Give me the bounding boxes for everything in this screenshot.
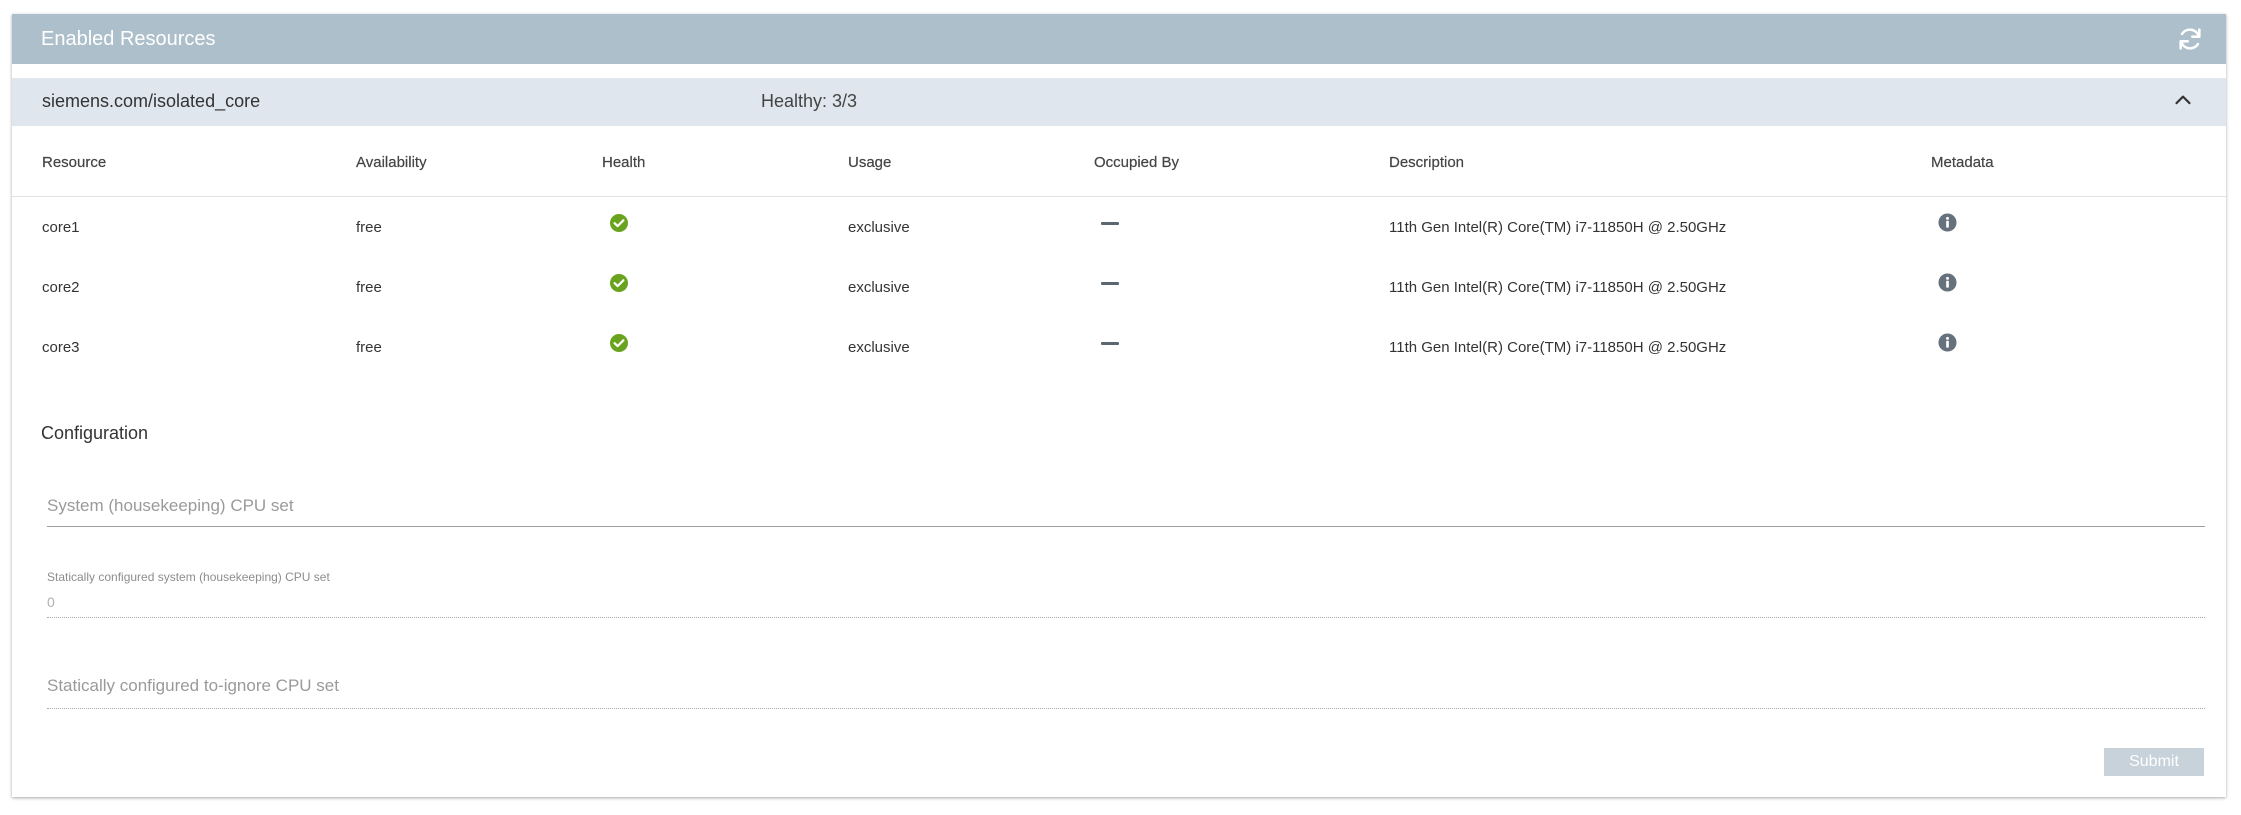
static-ignore-cpu-set-placeholder: Statically configured to-ignore CPU set — [47, 676, 339, 695]
column-header-occupied-by: Occupied By — [1094, 154, 1180, 171]
column-header-usage: Usage — [848, 154, 892, 171]
static-system-cpu-set-field: Statically configured system (housekeepi… — [47, 554, 2205, 620]
column-header-metadata: Metadata — [1931, 154, 1994, 171]
resource-group-name: siemens.com/isolated_core — [42, 91, 261, 111]
table-header-row: Resource Availability Health Usage Occup… — [12, 126, 2226, 197]
column-header-description: Description — [1389, 154, 1465, 171]
resource-name: core1 — [42, 219, 80, 236]
column-header-resource: Resource — [42, 154, 107, 171]
availability-value: free — [356, 219, 382, 236]
submit-button[interactable]: Submit — [2104, 748, 2204, 776]
availability-value: free — [356, 279, 382, 296]
description-value: 11th Gen Intel(R) Core(TM) i7-11850H @ 2… — [1389, 219, 1727, 236]
info-icon[interactable] — [1938, 273, 1957, 292]
resource-group-health: Healthy: 3/3 — [761, 91, 858, 111]
collapse-button[interactable] — [2170, 88, 2196, 114]
column-header-availability: Availability — [356, 154, 427, 171]
enabled-resources-card: Enabled Resources siemens.com/isolated_c… — [12, 14, 2226, 797]
static-system-cpu-set-value: 0 — [47, 594, 55, 610]
system-cpu-set-input[interactable] — [47, 494, 2205, 518]
check-circle-icon — [609, 213, 629, 233]
refresh-icon — [2179, 28, 2201, 50]
static-ignore-cpu-set-underline — [47, 708, 2205, 709]
info-icon[interactable] — [1938, 333, 1957, 352]
info-icon[interactable] — [1938, 213, 1957, 232]
static-ignore-cpu-set-field: Statically configured to-ignore CPU set — [47, 664, 2205, 712]
column-header-health: Health — [602, 154, 646, 171]
dash-icon — [1101, 342, 1119, 345]
resource-name: core3 — [42, 339, 80, 356]
resources-table: Resource Availability Health Usage Occup… — [12, 126, 2226, 377]
configuration-title: Configuration — [41, 423, 149, 443]
dash-icon — [1101, 222, 1119, 225]
usage-value: exclusive — [848, 339, 910, 356]
description-value: 11th Gen Intel(R) Core(TM) i7-11850H @ 2… — [1389, 339, 1727, 356]
static-system-cpu-set-label: Statically configured system (housekeepi… — [47, 570, 330, 584]
card-title: Enabled Resources — [41, 28, 216, 50]
resource-group-header[interactable]: siemens.com/isolated_core Healthy: 3/3 — [12, 78, 2226, 126]
card-header: Enabled Resources — [12, 14, 2226, 64]
table-row: core3 free exclusive 11th Gen Intel(R) C… — [12, 317, 2226, 377]
static-system-cpu-set-underline — [47, 617, 2205, 618]
system-cpu-set-field — [47, 484, 2205, 528]
resource-name: core2 — [42, 279, 80, 296]
table-row: core2 free exclusive 11th Gen Intel(R) C… — [12, 257, 2226, 317]
table-row: core1 free exclusive 11th Gen Intel(R) C… — [12, 197, 2226, 257]
refresh-button[interactable] — [2176, 25, 2204, 53]
dash-icon — [1101, 282, 1119, 285]
usage-value: exclusive — [848, 279, 910, 296]
check-circle-icon — [609, 333, 629, 353]
chevron-up-icon — [2175, 95, 2191, 105]
availability-value: free — [356, 339, 382, 356]
description-value: 11th Gen Intel(R) Core(TM) i7-11850H @ 2… — [1389, 279, 1727, 296]
usage-value: exclusive — [848, 219, 910, 236]
check-circle-icon — [609, 273, 629, 293]
system-cpu-set-underline — [47, 526, 2205, 527]
